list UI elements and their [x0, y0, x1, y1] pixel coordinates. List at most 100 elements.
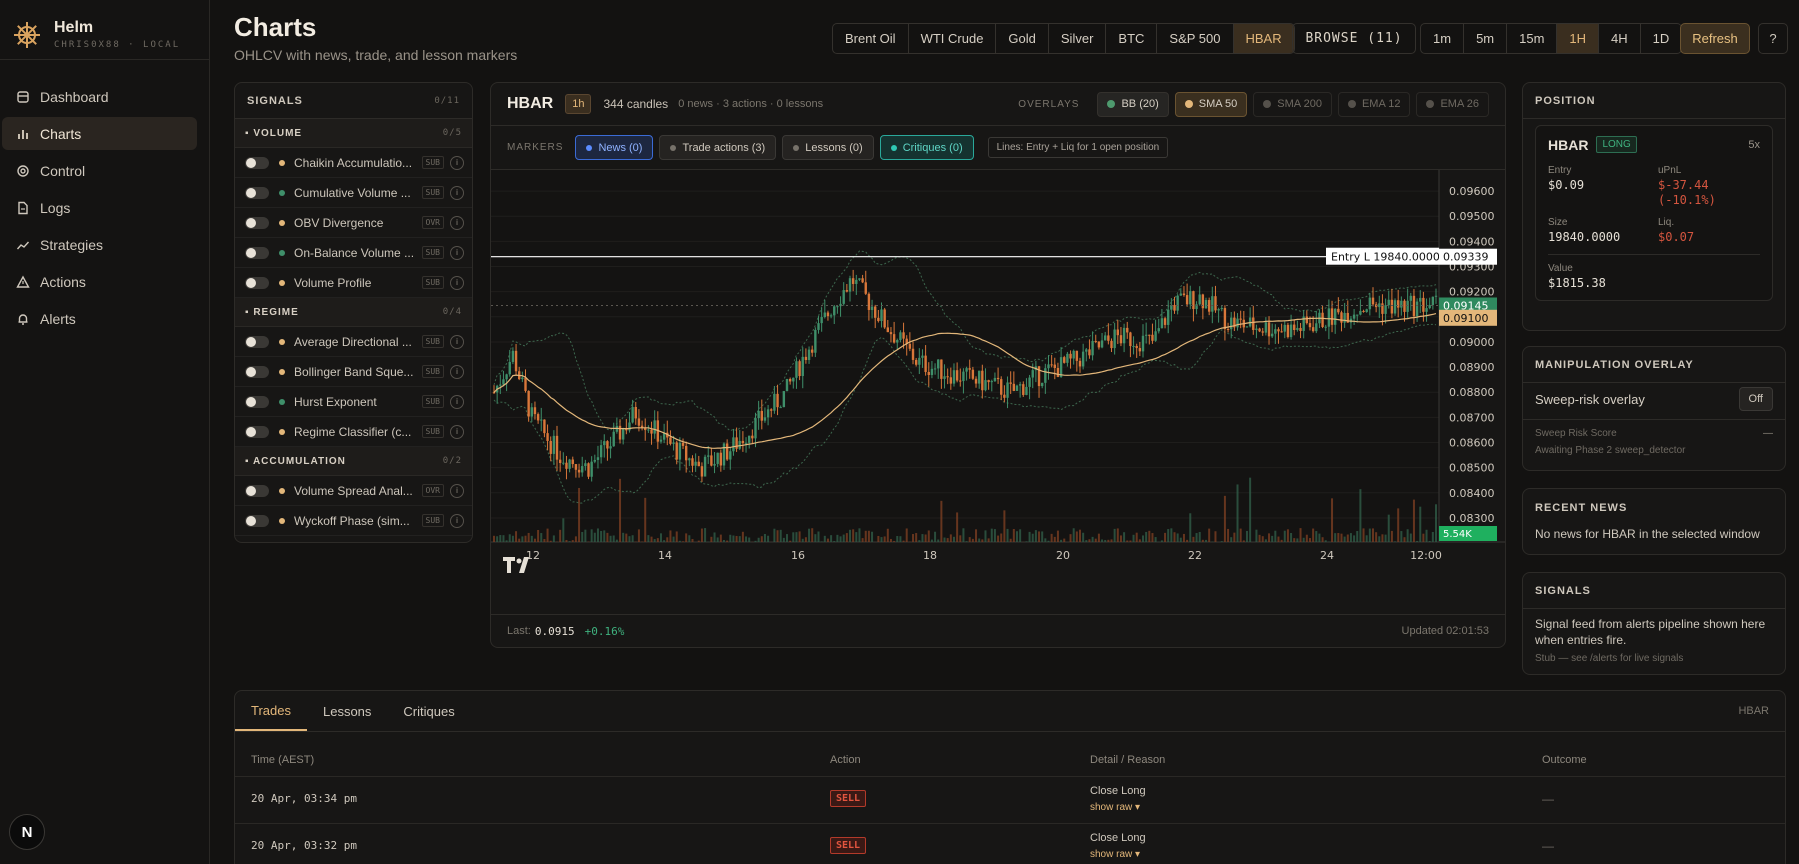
- signal-toggle[interactable]: [245, 335, 269, 348]
- asset-tab-6[interactable]: HBAR: [1233, 24, 1294, 53]
- volume-bar: [776, 530, 779, 542]
- candle-body: [911, 348, 915, 360]
- table-row[interactable]: 20 Apr, 03:34 pm SELL Close Long show raw ▾…: [235, 776, 1785, 822]
- signal-toggle[interactable]: [245, 156, 269, 169]
- signal-toggle[interactable]: [245, 365, 269, 378]
- timeframe-1H[interactable]: 1H: [1557, 24, 1600, 53]
- candle-body: [741, 440, 745, 444]
- sidebar-item-charts[interactable]: Charts: [2, 117, 197, 150]
- show-raw-link[interactable]: show raw ▾: [1090, 802, 1140, 813]
- candle-body: [751, 435, 754, 439]
- candle-body: [795, 361, 798, 378]
- overlay-chip-4[interactable]: EMA 26: [1416, 91, 1489, 117]
- sidebar-item-dashboard[interactable]: Dashboard: [2, 80, 197, 113]
- price-chart[interactable]: 0.096000.095000.094000.093000.092000.091…: [491, 170, 1506, 616]
- info-icon[interactable]: i: [450, 155, 464, 170]
- brand[interactable]: Helm CHRIS0X88 · LOCAL: [0, 0, 209, 60]
- signal-toggle[interactable]: [245, 186, 269, 199]
- info-icon[interactable]: i: [450, 334, 464, 349]
- volume-bar: [1072, 528, 1075, 542]
- marker-chip-3[interactable]: Critiques (0): [879, 135, 974, 160]
- asset-tab-0[interactable]: Brent Oil: [833, 24, 909, 53]
- signal-toggle[interactable]: [245, 246, 269, 259]
- info-icon[interactable]: i: [450, 513, 464, 528]
- timeframe-15m[interactable]: 15m: [1507, 24, 1558, 53]
- help-button[interactable]: ?: [1758, 23, 1788, 54]
- upnl-value: $-37.44: [1658, 178, 1709, 192]
- volume-bar: [581, 531, 584, 542]
- signal-toggle[interactable]: [245, 276, 269, 289]
- sweep-risk-toggle[interactable]: Off: [1738, 387, 1773, 411]
- y-tick-label: 0.08500: [1449, 462, 1495, 475]
- info-icon[interactable]: i: [450, 215, 464, 230]
- info-icon[interactable]: i: [450, 245, 464, 260]
- signal-toggle[interactable]: [245, 425, 269, 438]
- sidebar-item-strategies[interactable]: Strategies: [2, 228, 197, 261]
- info-icon[interactable]: i: [450, 483, 464, 498]
- asset-tab-3[interactable]: Silver: [1049, 24, 1107, 53]
- candle-count: 344 candles: [603, 97, 669, 111]
- volume-bar: [1280, 539, 1283, 542]
- signal-group-count: 0/4: [442, 307, 462, 317]
- sidebar-item-actions[interactable]: Actions: [2, 265, 197, 298]
- browse-button[interactable]: BROWSE (11): [1292, 23, 1416, 54]
- show-raw-link[interactable]: show raw ▾: [1090, 849, 1140, 860]
- overlay-chip-2[interactable]: SMA 200: [1253, 91, 1332, 117]
- info-icon[interactable]: i: [450, 275, 464, 290]
- timeframe-5m[interactable]: 5m: [1464, 24, 1508, 53]
- signal-row: Bollinger Band Sque... SUB i: [235, 357, 472, 387]
- sidebar-item-logs[interactable]: Logs: [2, 191, 197, 224]
- tradingview-logo-icon: [503, 557, 529, 573]
- volume-bar: [568, 541, 571, 542]
- volume-bar: [1041, 531, 1044, 542]
- signal-group-header[interactable]: ▪ VOLUME 0/5: [235, 119, 472, 148]
- marker-chip-1[interactable]: Trade actions (3): [659, 135, 777, 160]
- candle-body: [609, 446, 612, 449]
- tab-critiques[interactable]: Critiques: [387, 691, 470, 731]
- info-icon[interactable]: i: [450, 394, 464, 409]
- candle-body: [1176, 295, 1179, 311]
- volume-bar: [546, 528, 549, 542]
- asset-tab-1[interactable]: WTI Crude: [909, 24, 997, 53]
- avatar[interactable]: N: [9, 814, 45, 850]
- asset-tab-5[interactable]: S&P 500: [1157, 24, 1234, 53]
- signal-toggle[interactable]: [245, 395, 269, 408]
- candle-body: [940, 359, 943, 379]
- signal-tag: SUB: [421, 514, 444, 527]
- asset-tab-4[interactable]: BTC: [1106, 24, 1158, 53]
- timeframe-4H[interactable]: 4H: [1599, 24, 1641, 53]
- info-icon[interactable]: i: [450, 185, 464, 200]
- marker-chip-0[interactable]: News (0): [575, 135, 654, 160]
- signal-group-header[interactable]: ▪ REGIME 0/4: [235, 298, 472, 327]
- overlay-chip-0[interactable]: BB (20): [1097, 91, 1169, 117]
- info-icon[interactable]: i: [450, 424, 464, 439]
- asset-tab-2[interactable]: Gold: [996, 24, 1049, 53]
- overlay-chip-3[interactable]: EMA 12: [1337, 91, 1411, 117]
- signal-group-name: ▪ REGIME: [245, 306, 299, 318]
- candle-body: [1157, 328, 1160, 332]
- volume-bar: [615, 539, 618, 542]
- candle-body: [1387, 299, 1390, 306]
- tab-lessons[interactable]: Lessons: [307, 691, 387, 731]
- volume-bar: [968, 537, 971, 542]
- liq-value: $0.07: [1658, 230, 1695, 244]
- candle-body: [757, 410, 760, 419]
- signal-toggle[interactable]: [245, 484, 269, 497]
- position-card[interactable]: HBAR LONG 5x Entry $0.09 uPnL $-37.44 (-…: [1535, 125, 1773, 301]
- timeframe-1m[interactable]: 1m: [1421, 24, 1465, 53]
- sidebar-item-control[interactable]: Control: [2, 154, 197, 187]
- marker-chip-2[interactable]: Lessons (0): [782, 135, 874, 160]
- info-icon[interactable]: i: [450, 364, 464, 379]
- candle-body: [1047, 364, 1050, 369]
- table-row[interactable]: 20 Apr, 03:32 pm SELL Close Long show raw ▾…: [235, 823, 1785, 864]
- tab-trades[interactable]: Trades: [235, 691, 307, 731]
- overlay-chip-1[interactable]: SMA 50: [1174, 91, 1248, 117]
- timeframe-1D[interactable]: 1D: [1641, 24, 1682, 53]
- signal-toggle[interactable]: [245, 216, 269, 229]
- volume-bar: [1290, 532, 1293, 542]
- signals-feed-title: SIGNALS: [1523, 573, 1785, 609]
- signal-toggle[interactable]: [245, 514, 269, 527]
- sidebar-item-alerts[interactable]: Alerts: [2, 302, 197, 335]
- refresh-button[interactable]: Refresh: [1680, 23, 1750, 54]
- signal-group-header[interactable]: ▪ ACCUMULATION 0/2: [235, 447, 472, 476]
